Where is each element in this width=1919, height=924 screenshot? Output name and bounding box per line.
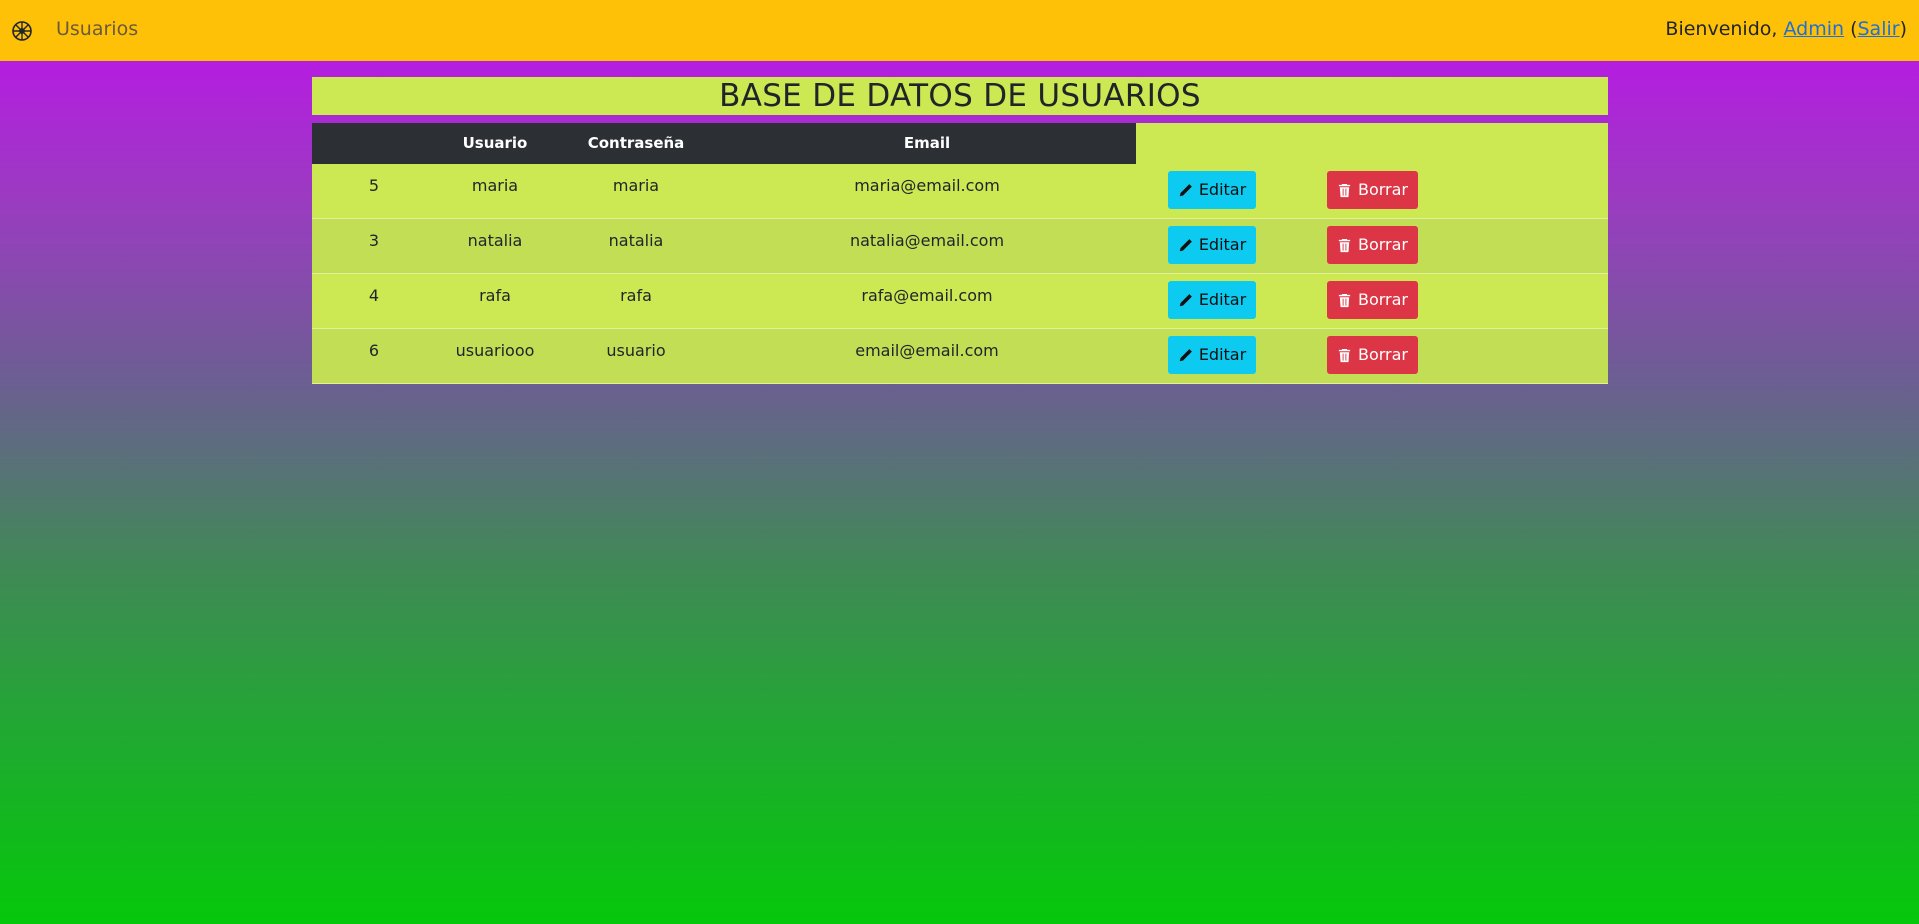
title-bar: BASE DE DATOS DE USUARIOS xyxy=(312,77,1608,115)
cell-email: maria@email.com xyxy=(854,176,1000,195)
table-row: 3 natalia natalia natalia@email.com Edit… xyxy=(312,219,1608,274)
welcome-prefix: Bienvenido, xyxy=(1665,18,1784,40)
header-email: Email xyxy=(903,134,951,152)
cell-password: natalia xyxy=(608,231,664,250)
cell-email: rafa@email.com xyxy=(861,286,993,305)
navbar: Usuarios Bienvenido, Admin (Salir) xyxy=(0,0,1919,61)
nav-link-usuarios[interactable]: Usuarios xyxy=(56,18,138,40)
edit-button[interactable]: Editar xyxy=(1168,281,1256,319)
cell-password: maria xyxy=(612,176,660,195)
brand-logo-icon[interactable] xyxy=(11,20,33,42)
delete-label: Borrar xyxy=(1357,345,1409,364)
table-row: 5 maria maria maria@email.com Editar Bor… xyxy=(312,164,1608,219)
paren-close: ) xyxy=(1899,18,1907,40)
cell-usuario: usuariooo xyxy=(455,341,535,360)
edit-label: Editar xyxy=(1198,180,1247,199)
pencil-icon xyxy=(1179,348,1192,361)
cell-email: email@email.com xyxy=(855,341,999,360)
cell-id: 5 xyxy=(368,176,380,195)
cell-password: rafa xyxy=(620,286,652,305)
table-row: 6 usuariooo usuario email@email.com Edit… xyxy=(312,329,1608,384)
table-row: 4 rafa rafa rafa@email.com Editar Borrar xyxy=(312,274,1608,329)
header-id xyxy=(312,123,436,164)
trash-icon xyxy=(1338,238,1351,252)
edit-label: Editar xyxy=(1198,290,1247,309)
pencil-icon xyxy=(1179,183,1192,196)
pencil-icon xyxy=(1179,238,1192,251)
header-usuario: Usuario xyxy=(462,134,528,152)
edit-label: Editar xyxy=(1198,235,1247,254)
cell-id: 3 xyxy=(368,231,380,250)
cell-usuario: rafa xyxy=(479,286,511,305)
admin-user-link[interactable]: Admin xyxy=(1783,18,1844,40)
header-contrasena: Contraseña xyxy=(587,134,685,152)
delete-button[interactable]: Borrar xyxy=(1327,336,1418,374)
delete-button[interactable]: Borrar xyxy=(1327,281,1418,319)
cell-usuario: maria xyxy=(471,176,519,195)
trash-icon xyxy=(1338,183,1351,197)
paren-open: ( xyxy=(1844,18,1858,40)
delete-button[interactable]: Borrar xyxy=(1327,171,1418,209)
page-title: BASE DE DATOS DE USUARIOS xyxy=(719,78,1201,114)
edit-button[interactable]: Editar xyxy=(1168,226,1256,264)
pencil-icon xyxy=(1179,293,1192,306)
cell-id: 6 xyxy=(368,341,380,360)
delete-label: Borrar xyxy=(1357,290,1409,309)
cell-email: natalia@email.com xyxy=(849,231,1005,250)
delete-button[interactable]: Borrar xyxy=(1327,226,1418,264)
cell-usuario: natalia xyxy=(467,231,523,250)
logout-link[interactable]: Salir xyxy=(1858,18,1900,40)
delete-label: Borrar xyxy=(1357,235,1409,254)
cell-id: 4 xyxy=(368,286,380,305)
trash-icon xyxy=(1338,293,1351,307)
table-header: Usuario Contraseña Email xyxy=(312,123,1136,164)
edit-label: Editar xyxy=(1198,345,1247,364)
trash-icon xyxy=(1338,348,1351,362)
delete-label: Borrar xyxy=(1357,180,1409,199)
edit-button[interactable]: Editar xyxy=(1168,171,1256,209)
users-table: Usuario Contraseña Email 5 maria maria m… xyxy=(312,123,1608,384)
cell-password: usuario xyxy=(606,341,666,360)
edit-button[interactable]: Editar xyxy=(1168,336,1256,374)
welcome-text: Bienvenido, Admin (Salir) xyxy=(1665,18,1907,40)
